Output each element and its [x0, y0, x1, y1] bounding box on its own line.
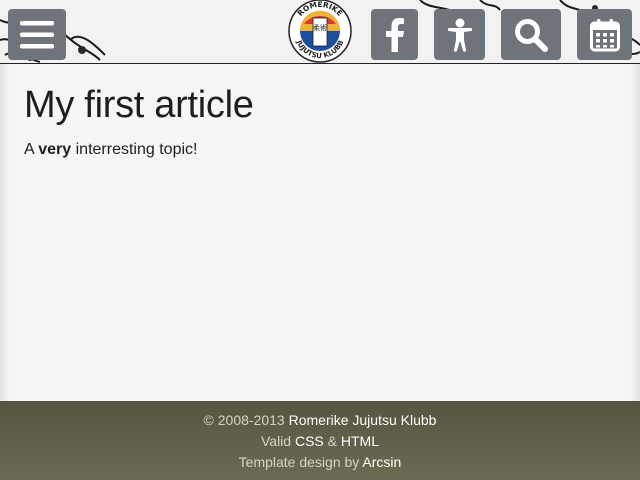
- designer-link[interactable]: Arcsin: [362, 454, 401, 470]
- amp-separator: &: [327, 433, 337, 449]
- css-validation-link[interactable]: CSS: [295, 433, 324, 449]
- intro-pre: A: [24, 141, 34, 158]
- intro-bold: very: [38, 141, 72, 158]
- valid-prefix: Valid: [260, 433, 292, 449]
- facebook-button[interactable]: [371, 9, 418, 60]
- menu-button[interactable]: [8, 9, 66, 60]
- hamburger-menu-icon: [20, 20, 54, 48]
- content-shadow-left: [0, 64, 10, 401]
- footer-copyright: © 2008-2013 Romerike Jujutsu Klubb: [0, 410, 640, 430]
- accessibility-icon: [447, 18, 472, 52]
- footer-credits: Template design by Arcsin: [0, 452, 640, 472]
- html-validation-link[interactable]: HTML: [341, 433, 379, 449]
- club-logo-emblem: 柔術 ROMERIKE JUJUTSU KLUBB: [288, 0, 352, 63]
- calendar-icon: [589, 18, 620, 51]
- article-intro: A very interresting topic!: [24, 141, 197, 159]
- site-header: 柔術 ROMERIKE JUJUTSU KLUBB: [0, 0, 640, 64]
- copyright-prefix: © 2008-2013: [203, 412, 285, 428]
- article-title: My first article: [24, 84, 254, 126]
- search-icon: [515, 18, 548, 52]
- club-link[interactable]: Romerike Jujutsu Klubb: [289, 412, 437, 428]
- calendar-button[interactable]: [577, 9, 632, 60]
- content-shadow-right: [630, 64, 640, 401]
- search-button[interactable]: [501, 9, 561, 60]
- intro-post: interresting topic!: [75, 141, 198, 158]
- site-footer: © 2008-2013 Romerike Jujutsu Klubb Valid…: [0, 401, 640, 480]
- template-prefix: Template design by: [238, 454, 360, 470]
- club-logo[interactable]: 柔術 ROMERIKE JUJUTSU KLUBB: [288, 0, 352, 63]
- footer-validation: Valid CSS & HTML: [0, 431, 640, 451]
- facebook-icon: [385, 17, 404, 52]
- accessibility-button[interactable]: [434, 9, 485, 60]
- logo-center-text: 柔術: [313, 23, 327, 32]
